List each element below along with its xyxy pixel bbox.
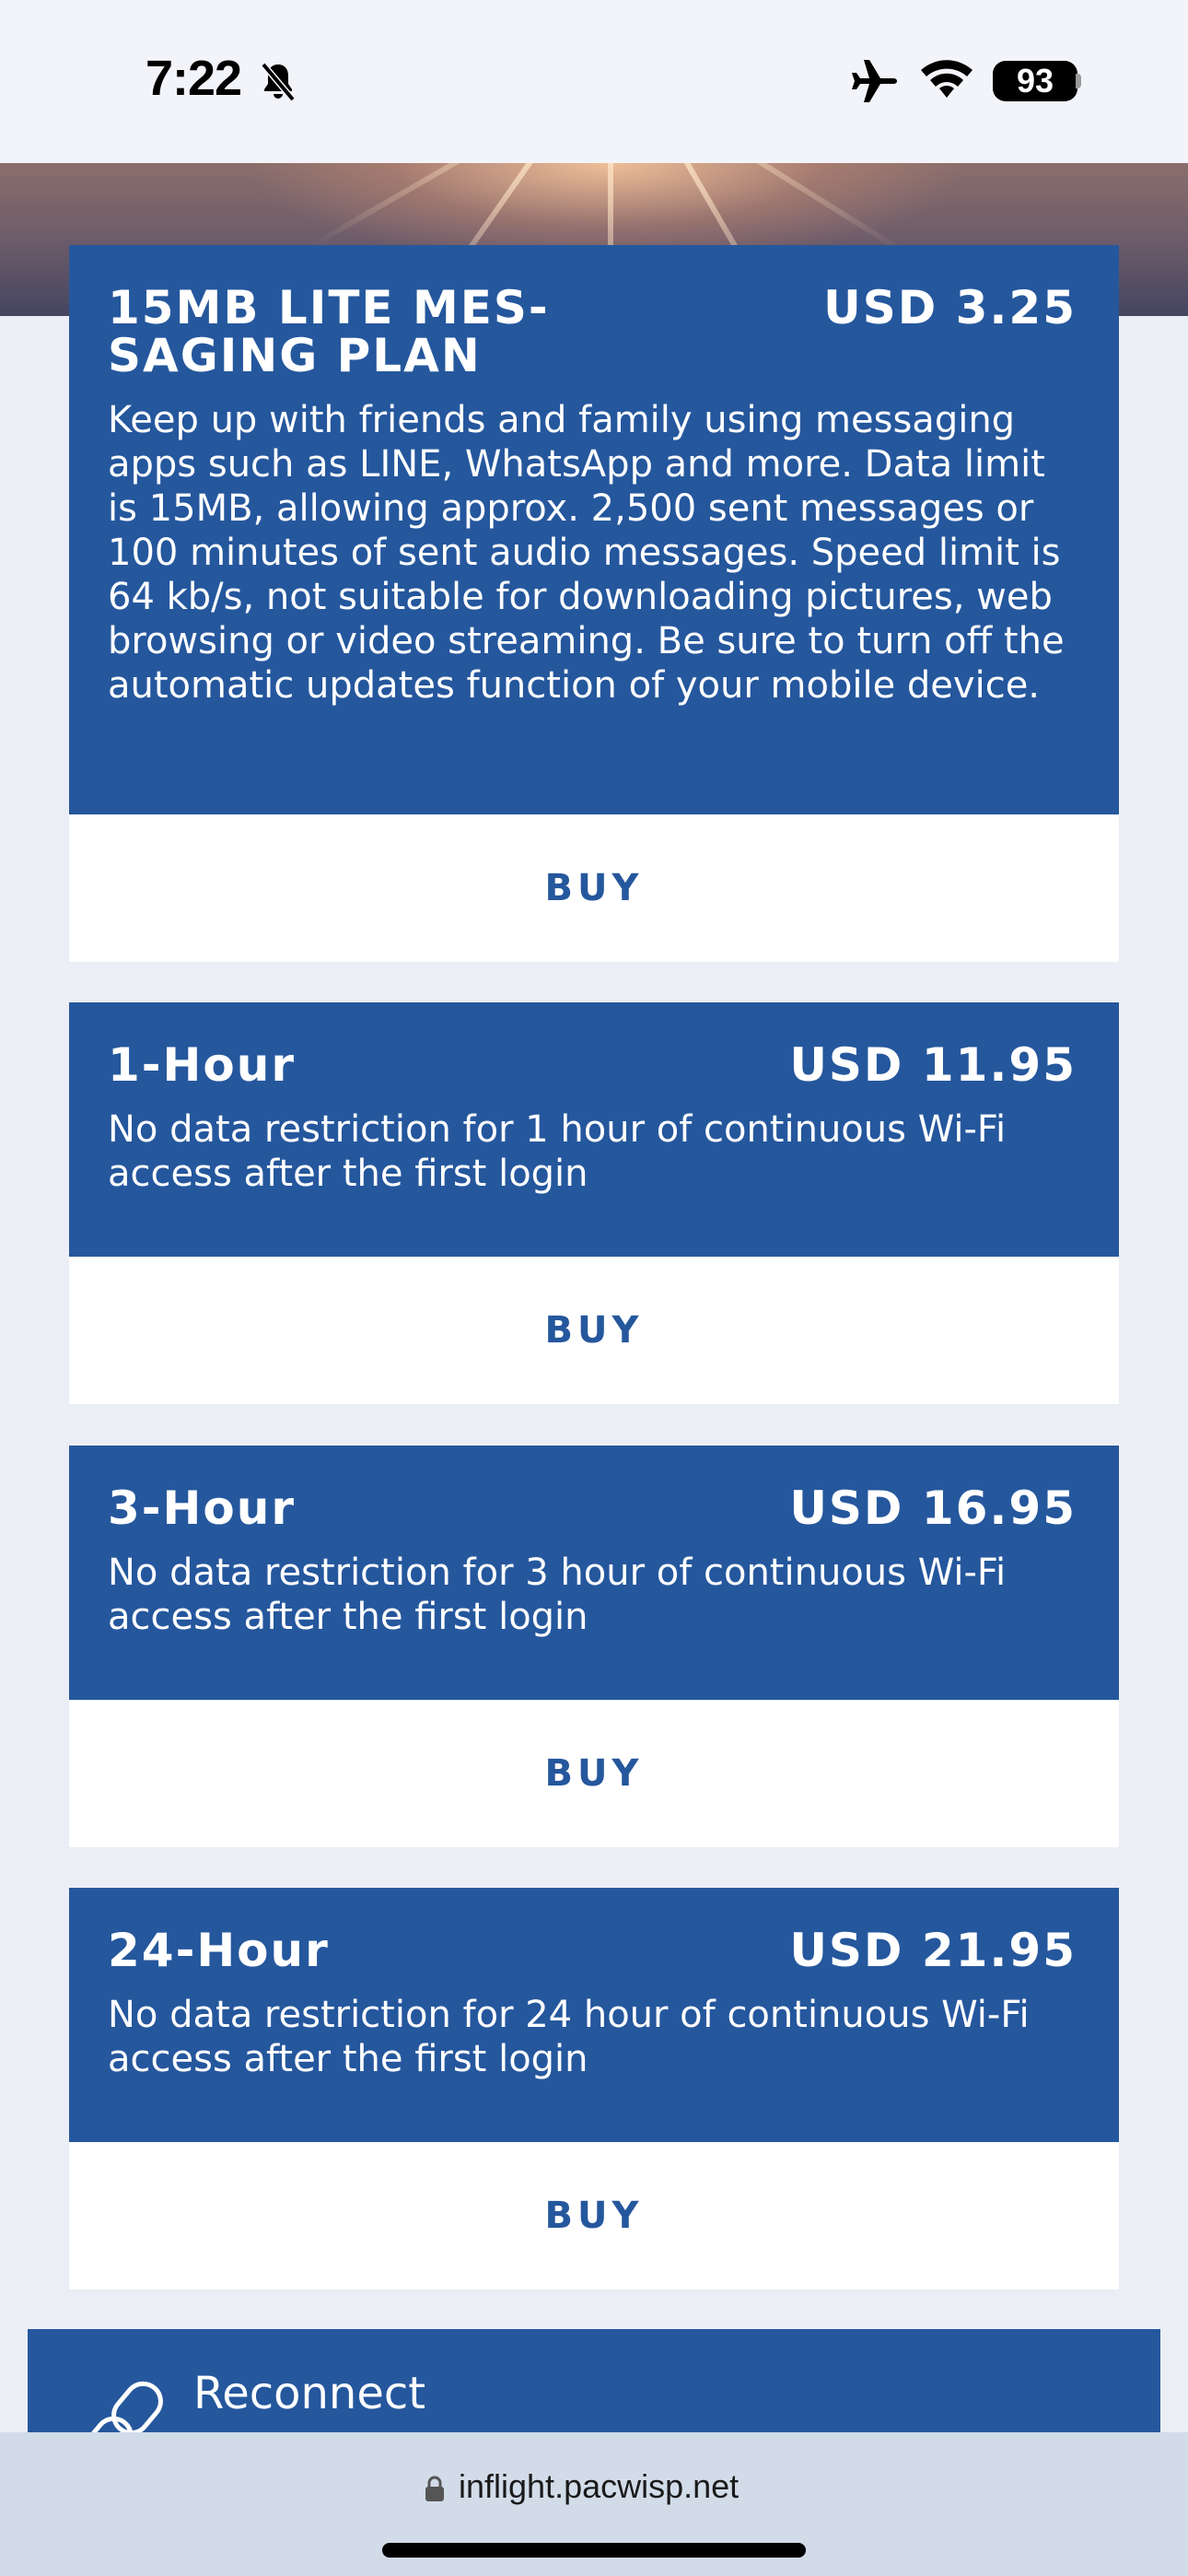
plan-price: USD 16.95 (789, 1481, 1077, 1535)
airplane-icon (852, 60, 897, 102)
plan-price: USD 11.95 (789, 1038, 1077, 1092)
plan-header: 3-Hour USD 16.95 No data restriction for… (69, 1446, 1119, 1700)
plan-description: No data restriction for 1 hour of contin… (108, 1108, 1007, 1195)
plan-card-3-hour: 3-Hour USD 16.95 No data restriction for… (69, 1446, 1119, 1847)
status-bar: 7:22 93 (0, 0, 1188, 163)
plan-price: USD 21.95 (789, 1924, 1077, 1977)
plan-description: No data restriction for 24 hour of conti… (108, 1994, 1030, 2080)
plan-title: 3-Hour (108, 1481, 296, 1535)
status-time: 7:22 (146, 51, 242, 106)
plan-header: 1-Hour USD 11.95 No data restriction for… (69, 1002, 1119, 1257)
bell-slash-icon (261, 62, 296, 102)
plan-description: Keep up with friends and family using me… (108, 399, 1065, 707)
lock-icon (425, 2476, 444, 2501)
plan-title: 24-Hour (108, 1924, 330, 1977)
home-indicator (382, 2543, 806, 2558)
buy-button[interactable]: BUY (69, 1700, 1119, 1847)
reconnect-label: Reconnect (193, 2368, 426, 2419)
browser-url-bar[interactable]: inflight.pacwisp.net (0, 2432, 1188, 2576)
plan-card-messaging: 15MB LITE MES-SAGING PLAN USD 3.25 Keep … (69, 245, 1119, 962)
plan-price: USD 3.25 (823, 281, 1077, 334)
plan-title: 1-Hour (108, 1038, 296, 1092)
plan-title: 15MB LITE MES-SAGING PLAN (108, 281, 550, 382)
plan-card-1-hour: 1-Hour USD 11.95 No data restriction for… (69, 1002, 1119, 1404)
battery-icon: 93 (993, 61, 1077, 101)
plan-header: 15MB LITE MES-SAGING PLAN USD 3.25 Keep … (69, 245, 1119, 814)
buy-button[interactable]: BUY (69, 814, 1119, 962)
buy-button[interactable]: BUY (69, 2142, 1119, 2289)
plan-header: 24-Hour USD 21.95 No data restriction fo… (69, 1888, 1119, 2142)
wifi-icon (921, 60, 973, 98)
battery-tip (1076, 74, 1081, 88)
buy-button[interactable]: BUY (69, 1257, 1119, 1404)
plan-card-24-hour: 24-Hour USD 21.95 No data restriction fo… (69, 1888, 1119, 2289)
url-text[interactable]: inflight.pacwisp.net (459, 2467, 739, 2506)
plan-description: No data restriction for 3 hour of contin… (108, 1551, 1007, 1638)
